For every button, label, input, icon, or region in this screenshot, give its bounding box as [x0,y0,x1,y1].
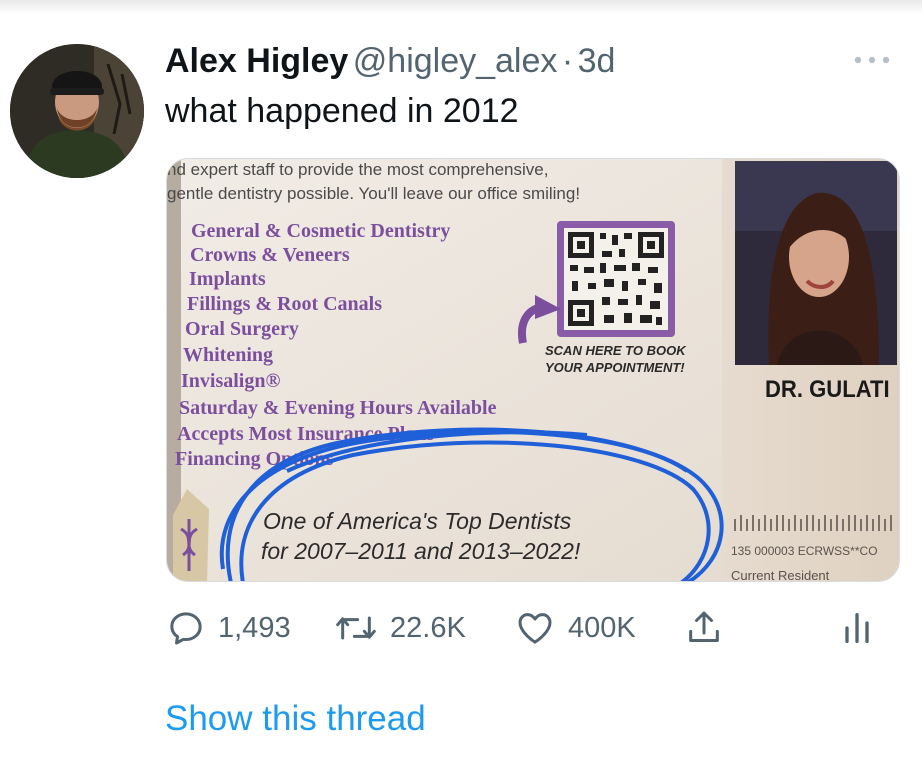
avatar-image [10,44,144,178]
top-dentists-line1: One of America's Top Dentists [263,508,572,534]
qr-code-icon [557,221,675,337]
retweet-button[interactable]: 22.6K [334,602,466,654]
avatar[interactable] [10,44,144,178]
current-resident: Current Resident [731,568,830,582]
top-dentists-line2: for 2007–2011 and 2013–2022! [261,538,581,564]
author-handle[interactable]: @higley_alex [353,42,558,80]
show-thread-link[interactable]: Show this thread [165,699,426,739]
scan-line2: YOUR APPOINTMENT! [545,360,685,375]
reply-count: 1,493 [218,611,291,644]
retweet-icon [336,616,376,640]
service-item: General & Cosmetic Dentistry [191,220,450,242]
separator-dot: · [561,42,574,80]
retweet-count: 22.6K [390,611,466,644]
heart-icon [518,613,552,644]
service-item: Invisalign® [181,370,280,392]
analytics-button[interactable] [842,602,872,654]
tweet-time[interactable]: 3d [578,42,616,80]
tweet-media-photo[interactable]: nd expert staff to provide the most comp… [166,158,900,582]
service-item: Whitening [183,344,273,366]
card-intro-line1: nd expert staff to provide the most comp… [167,160,548,179]
tweet-header: Alex Higley @higley_alex · 3d [165,42,615,86]
author-name[interactable]: Alex Higley [165,42,348,80]
service-item: Implants [189,268,266,290]
reply-icon [170,612,202,645]
analytics-icon [845,613,869,643]
service-item: Saturday & Evening Hours Available [179,397,497,419]
share-icon [689,611,719,642]
doctor-name: DR. GULATI [765,375,890,402]
doctor-photo [735,161,897,365]
card-intro-line2: gentle dentistry possible. You'll leave … [167,184,580,203]
service-item: Crowns & Veneers [190,244,350,266]
share-button[interactable] [684,602,724,654]
like-count: 400K [568,611,636,644]
service-item: Oral Surgery [185,318,299,340]
more-horizontal-icon[interactable] [852,50,892,70]
mail-code: 135 000003 ECRWSS**CO [731,544,878,558]
tweet-text: what happened in 2012 [165,92,519,130]
top-fade [0,0,922,14]
scan-line1: SCAN HERE TO BOOK [545,343,687,358]
tweet-actions: 1,493 22.6K 400K [166,602,886,654]
reply-button[interactable]: 1,493 [166,602,291,654]
like-button[interactable]: 400K [514,602,636,654]
service-item: Fillings & Root Canals [187,293,382,315]
